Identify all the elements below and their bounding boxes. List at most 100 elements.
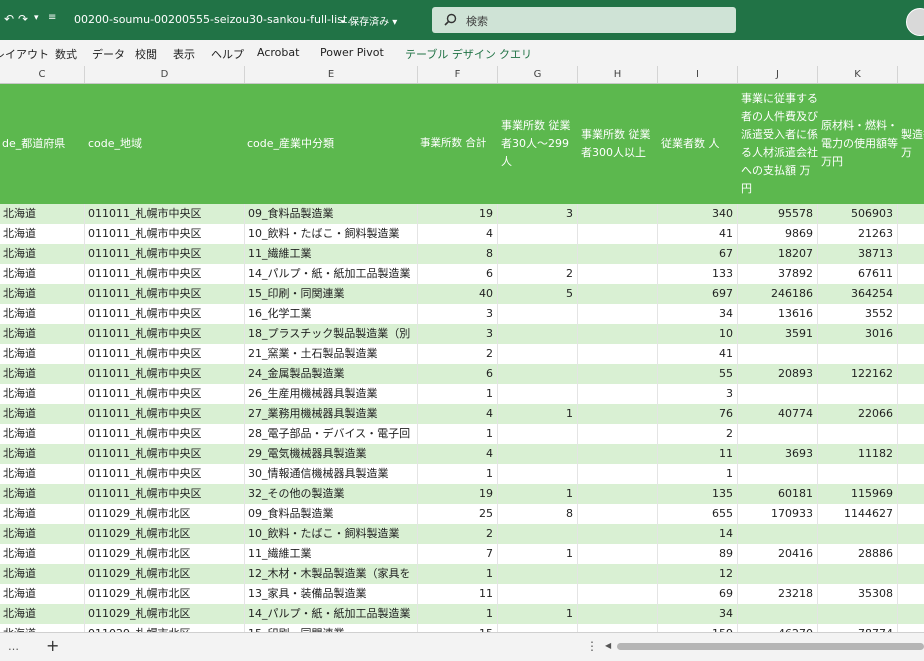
cell-materials[interactable]: 21263 bbox=[818, 224, 898, 244]
header-pref[interactable]: de_都道府県 bbox=[0, 84, 85, 204]
cell-emp300[interactable] bbox=[578, 584, 658, 604]
cell-region[interactable]: 011011_札幌市中央区 bbox=[85, 484, 245, 504]
cell-industry[interactable]: 13_家具・装備品製造業 bbox=[245, 584, 418, 604]
cell-emp30[interactable] bbox=[498, 424, 578, 444]
cell-emp30[interactable] bbox=[498, 464, 578, 484]
tab-query[interactable]: クエリ bbox=[499, 46, 532, 62]
cell-labor-cost[interactable]: 13616 bbox=[738, 304, 818, 324]
cell-pref[interactable]: 北海道 bbox=[0, 424, 85, 444]
cell-manufacturing[interactable] bbox=[898, 524, 924, 544]
header-materials[interactable]: 原材料・燃料・電力の使用額等 万円 bbox=[818, 84, 898, 204]
cell-pref[interactable]: 北海道 bbox=[0, 384, 85, 404]
cell-emp300[interactable] bbox=[578, 304, 658, 324]
cell-pref[interactable]: 北海道 bbox=[0, 524, 85, 544]
cell-manufacturing[interactable] bbox=[898, 504, 924, 524]
cell-emp300[interactable] bbox=[578, 464, 658, 484]
cell-emp300[interactable] bbox=[578, 564, 658, 584]
cell-emp30[interactable]: 1 bbox=[498, 604, 578, 624]
column-header-h[interactable]: H bbox=[578, 66, 658, 83]
cell-emp30[interactable]: 1 bbox=[498, 484, 578, 504]
cell-industry[interactable]: 28_電子部品・デバイス・電子回 bbox=[245, 424, 418, 444]
cell-industry[interactable]: 11_繊維工業 bbox=[245, 244, 418, 264]
column-header-e[interactable]: E bbox=[245, 66, 418, 83]
cell-workers[interactable]: 3 bbox=[658, 384, 738, 404]
cell-emp30[interactable]: 5 bbox=[498, 284, 578, 304]
cell-labor-cost[interactable]: 3693 bbox=[738, 444, 818, 464]
cell-materials[interactable] bbox=[818, 524, 898, 544]
cell-total[interactable]: 40 bbox=[418, 284, 498, 304]
cell-workers[interactable]: 697 bbox=[658, 284, 738, 304]
add-sheet-button[interactable]: + bbox=[46, 636, 59, 655]
cell-materials[interactable] bbox=[818, 424, 898, 444]
cell-labor-cost[interactable] bbox=[738, 344, 818, 364]
tab-power-pivot[interactable]: Power Pivot bbox=[320, 46, 384, 59]
cell-labor-cost[interactable] bbox=[738, 524, 818, 544]
cell-region[interactable]: 011029_札幌市北区 bbox=[85, 544, 245, 564]
cell-emp30[interactable] bbox=[498, 444, 578, 464]
cell-manufacturing[interactable] bbox=[898, 204, 924, 224]
cell-labor-cost[interactable] bbox=[738, 424, 818, 444]
cell-total[interactable]: 2 bbox=[418, 344, 498, 364]
cell-workers[interactable]: 11 bbox=[658, 444, 738, 464]
cell-labor-cost[interactable]: 9869 bbox=[738, 224, 818, 244]
sheet-nav-icon[interactable]: … bbox=[8, 640, 19, 653]
column-header-i[interactable]: I bbox=[658, 66, 738, 83]
cell-emp30[interactable] bbox=[498, 384, 578, 404]
cell-emp300[interactable] bbox=[578, 444, 658, 464]
cell-workers[interactable]: 10 bbox=[658, 324, 738, 344]
scroll-left-icon[interactable]: ◀ bbox=[605, 641, 611, 650]
column-header-j[interactable]: J bbox=[738, 66, 818, 83]
cell-materials[interactable] bbox=[818, 344, 898, 364]
cell-region[interactable]: 011011_札幌市中央区 bbox=[85, 204, 245, 224]
cell-workers[interactable]: 55 bbox=[658, 364, 738, 384]
cell-labor-cost[interactable]: 20893 bbox=[738, 364, 818, 384]
header-total[interactable]: 事業所数 合計 bbox=[418, 84, 498, 204]
cell-region[interactable]: 011029_札幌市北区 bbox=[85, 524, 245, 544]
cell-emp30[interactable] bbox=[498, 304, 578, 324]
cell-labor-cost[interactable] bbox=[738, 384, 818, 404]
cell-emp300[interactable] bbox=[578, 324, 658, 344]
cell-workers[interactable]: 34 bbox=[658, 604, 738, 624]
cell-total[interactable]: 6 bbox=[418, 264, 498, 284]
cell-emp30[interactable] bbox=[498, 364, 578, 384]
cell-pref[interactable]: 北海道 bbox=[0, 284, 85, 304]
cell-manufacturing[interactable] bbox=[898, 384, 924, 404]
cell-workers[interactable]: 2 bbox=[658, 424, 738, 444]
cell-total[interactable]: 7 bbox=[418, 544, 498, 564]
cell-pref[interactable]: 北海道 bbox=[0, 304, 85, 324]
cell-emp30[interactable] bbox=[498, 584, 578, 604]
cell-manufacturing[interactable] bbox=[898, 604, 924, 624]
tab-data[interactable]: データ bbox=[92, 46, 125, 62]
cell-labor-cost[interactable]: 170933 bbox=[738, 504, 818, 524]
cell-materials[interactable]: 28886 bbox=[818, 544, 898, 564]
cell-total[interactable]: 4 bbox=[418, 404, 498, 424]
cell-labor-cost[interactable]: 18207 bbox=[738, 244, 818, 264]
cell-emp30[interactable]: 8 bbox=[498, 504, 578, 524]
cell-labor-cost[interactable]: 23218 bbox=[738, 584, 818, 604]
cell-emp30[interactable] bbox=[498, 244, 578, 264]
cell-emp300[interactable] bbox=[578, 364, 658, 384]
cell-workers[interactable]: 69 bbox=[658, 584, 738, 604]
cell-pref[interactable]: 北海道 bbox=[0, 224, 85, 244]
cell-pref[interactable]: 北海道 bbox=[0, 604, 85, 624]
cell-workers[interactable]: 67 bbox=[658, 244, 738, 264]
cell-labor-cost[interactable] bbox=[738, 464, 818, 484]
cell-emp300[interactable] bbox=[578, 504, 658, 524]
search-box[interactable] bbox=[432, 7, 736, 33]
cell-emp30[interactable] bbox=[498, 564, 578, 584]
cell-materials[interactable] bbox=[818, 604, 898, 624]
cell-industry[interactable]: 11_繊維工業 bbox=[245, 544, 418, 564]
horizontal-scrollbar[interactable] bbox=[617, 643, 924, 650]
cell-materials[interactable] bbox=[818, 464, 898, 484]
cell-labor-cost[interactable] bbox=[738, 604, 818, 624]
cell-labor-cost[interactable]: 246186 bbox=[738, 284, 818, 304]
tab-view[interactable]: 表示 bbox=[173, 46, 195, 62]
cell-labor-cost[interactable]: 20416 bbox=[738, 544, 818, 564]
cell-region[interactable]: 011011_札幌市中央区 bbox=[85, 304, 245, 324]
cell-industry[interactable]: 09_食料品製造業 bbox=[245, 504, 418, 524]
cell-region[interactable]: 011011_札幌市中央区 bbox=[85, 464, 245, 484]
cell-manufacturing[interactable] bbox=[898, 404, 924, 424]
cell-workers[interactable]: 41 bbox=[658, 344, 738, 364]
cell-region[interactable]: 011011_札幌市中央区 bbox=[85, 324, 245, 344]
cell-workers[interactable]: 133 bbox=[658, 264, 738, 284]
